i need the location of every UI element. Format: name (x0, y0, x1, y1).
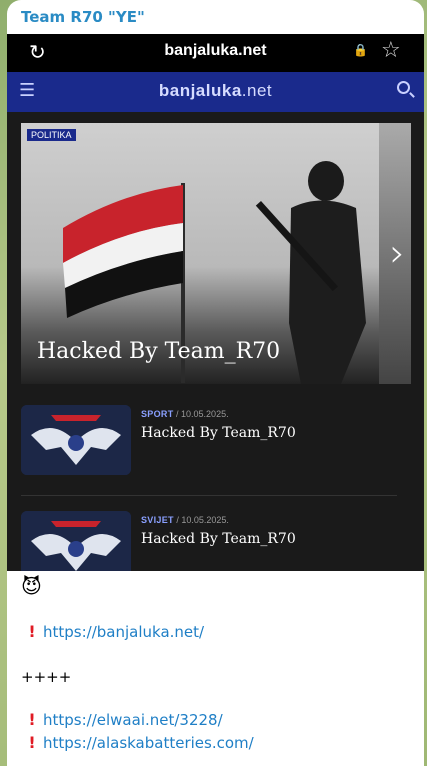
article-item[interactable]: SPORT / 10.05.2025. Hacked By Team_R70 (21, 405, 411, 497)
site-header: ☰ banjaluka.net (7, 72, 424, 112)
link-line: ! https://alaskabatteries.com/ (21, 733, 254, 752)
browser-toolbar: ↻ banjaluka.net 🔒 ☆ (7, 34, 424, 72)
link-banjaluka[interactable]: https://banjaluka.net/ (43, 623, 204, 641)
hero-headline[interactable]: Hacked By Team_R70 (37, 339, 280, 364)
message-bubble: Team R70 "YE" ↻ banjaluka.net 🔒 ☆ ☰ banj… (7, 0, 424, 766)
screenshot-media[interactable]: ↻ banjaluka.net 🔒 ☆ ☰ banjaluka.net › PO… (7, 34, 424, 571)
article-category[interactable]: SPORT (141, 409, 174, 419)
exclamation-icon: ! (28, 733, 36, 752)
article-meta: SVIJET / 10.05.2025. (141, 515, 229, 525)
article-thumbnail (21, 511, 131, 571)
lock-icon: 🔒 (353, 43, 368, 57)
article-thumbnail (21, 405, 131, 475)
logo-suffix: .net (241, 81, 273, 100)
logo-main: banjaluka (158, 81, 242, 100)
link-elwaai[interactable]: https://elwaai.net/3228/ (43, 711, 223, 729)
exclamation-icon: ! (28, 622, 36, 641)
article-meta: SPORT / 10.05.2025. (141, 409, 229, 419)
devil-emoji: 😈 (21, 574, 42, 598)
article-title[interactable]: Hacked By Team_R70 (141, 531, 296, 547)
exclamation-icon: ! (28, 710, 36, 729)
site-logo[interactable]: banjaluka.net (7, 81, 424, 101)
sender-name[interactable]: Team R70 "YE" (21, 8, 145, 26)
chevron-right-icon[interactable]: › (390, 231, 405, 275)
star-icon[interactable]: ☆ (381, 38, 401, 63)
link-line: ! https://elwaai.net/3228/ (21, 710, 223, 729)
article-title[interactable]: Hacked By Team_R70 (141, 425, 296, 441)
search-icon[interactable] (397, 81, 410, 94)
separator-text: ++++ (21, 668, 72, 686)
article-date: / 10.05.2025. (176, 515, 229, 525)
category-badge[interactable]: POLITIKA (27, 129, 76, 141)
link-alaskabatteries[interactable]: https://alaskabatteries.com/ (43, 734, 254, 752)
eagle-emblem-icon (21, 405, 131, 475)
hero-article[interactable]: › POLITIKA Hacked By Team_R70 (21, 123, 411, 384)
article-category[interactable]: SVIJET (141, 515, 174, 525)
eagle-emblem-icon (21, 511, 131, 571)
article-item[interactable]: SVIJET / 10.05.2025. Hacked By Team_R70 (21, 511, 411, 571)
article-date: / 10.05.2025. (176, 409, 229, 419)
divider (21, 495, 397, 496)
link-line: ! https://banjaluka.net/ (21, 622, 204, 641)
